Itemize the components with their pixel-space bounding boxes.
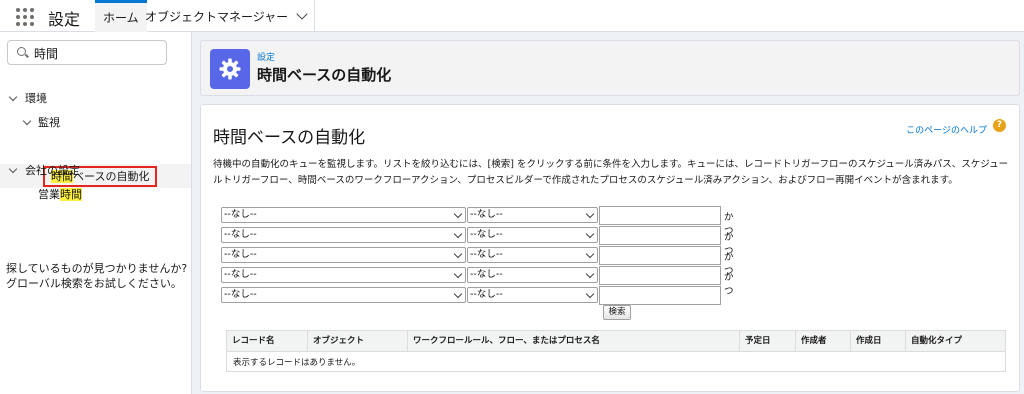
help-line: 探しているものが見つかりませんか? [6,262,188,275]
search-button[interactable]: 検索 [603,305,631,320]
quick-find-input[interactable] [34,44,162,62]
tree-item-environment[interactable]: 環境 [25,90,47,106]
tree-item-business-hours[interactable]: 営業時間 [38,186,82,202]
help-link[interactable]: このページのヘルプ [906,123,987,136]
help-line: グローバル検索をお試しください。 [6,277,182,290]
filter-value-input[interactable] [599,206,721,225]
column-header[interactable]: 予定日 [740,331,796,352]
filter-operator-select[interactable]: --なし-- [467,287,598,303]
column-header[interactable]: 作成者 [796,331,851,352]
results-table: レコード名 オブジェクト ワークフロールール、フロー、またはプロセス名 予定日 … [226,330,1006,372]
search-match: 時間 [60,188,82,201]
filter-value-input[interactable] [599,226,721,245]
main-area: 設定 時間ベースの自動化 時間ベースの自動化 このページのヘルプ ? 待機中の自… [192,32,1024,394]
help-icon[interactable]: ? [993,119,1006,132]
filter-operator-select[interactable]: --なし-- [467,247,598,263]
waffle-icon[interactable] [16,8,34,26]
setup-sidebar: 環境 監視 時間 ベースの自動化 会社の設定 営業時間 探しているものが見つかりま… [0,32,192,394]
tree-item-label: 営業 [38,188,60,201]
filter-field-select[interactable]: --なし-- [221,207,466,223]
content-card: 時間ベースの自動化 このページのヘルプ ? 待機中の自動化のキューを監視します。… [200,104,1020,392]
chevron-down-icon[interactable] [296,8,308,20]
page-description: 待機中の自動化のキューを監視します。リストを絞り込むには、[検索] をクリックす… [213,159,1009,186]
app-title: 設定 [48,10,81,29]
filter-operator-select[interactable]: --なし-- [467,227,598,243]
filter-conjunction: かつ [724,272,734,297]
column-header[interactable]: 自動化タイプ [906,331,1005,352]
tab-object-manager[interactable]: オブジェクトマネージャー [137,0,316,32]
filter-operator-select[interactable]: --なし-- [467,207,598,223]
filter-field-select[interactable]: --なし-- [221,227,466,243]
page-header: 設定 時間ベースの自動化 [200,40,1020,96]
column-header[interactable]: レコード名 [227,331,308,352]
quick-find [7,40,167,65]
column-header[interactable]: 作成日 [851,331,906,352]
filter-field-select[interactable]: --なし-- [221,267,466,283]
filter-field-select[interactable]: --なし-- [221,247,466,263]
column-header[interactable]: オブジェクト [308,331,408,352]
filter-value-input[interactable] [599,266,721,285]
filter-value-input[interactable] [599,246,721,265]
header-title: 時間ベースの自動化 [257,66,392,84]
column-header[interactable]: ワークフロールール、フロー、またはプロセス名 [408,331,740,352]
search-icon [17,47,26,56]
tree-item-monitoring[interactable]: 監視 [38,114,60,130]
filter-value-input[interactable] [599,286,721,305]
gear-icon [210,49,250,89]
empty-message: 表示するレコードはありません。 [233,358,361,368]
tab-object-manager-label: オブジェクトマネージャー [145,9,289,24]
tab-home-label: ホーム [103,11,139,25]
chevron-down-icon[interactable] [22,116,32,126]
page-title: 時間ベースの自動化 [213,128,366,148]
tree-item-label-rest: ベースの自動化 [73,170,150,183]
sidebar-help-text: 探しているものが見つかりませんか? グローバル検索をお試しください。 [6,261,187,291]
top-bar: 設定 ホーム オブジェクトマネージャー [0,0,1024,32]
table-header: レコード名 オブジェクト ワークフロールール、フロー、またはプロセス名 予定日 … [227,331,1005,352]
filter-field-select[interactable]: --なし-- [221,287,466,303]
filter-operator-select[interactable]: --なし-- [467,267,598,283]
tree-item-company-settings[interactable]: 会社の設定 [25,162,80,178]
chevron-down-icon[interactable] [8,92,18,102]
breadcrumb[interactable]: 設定 [257,50,275,63]
